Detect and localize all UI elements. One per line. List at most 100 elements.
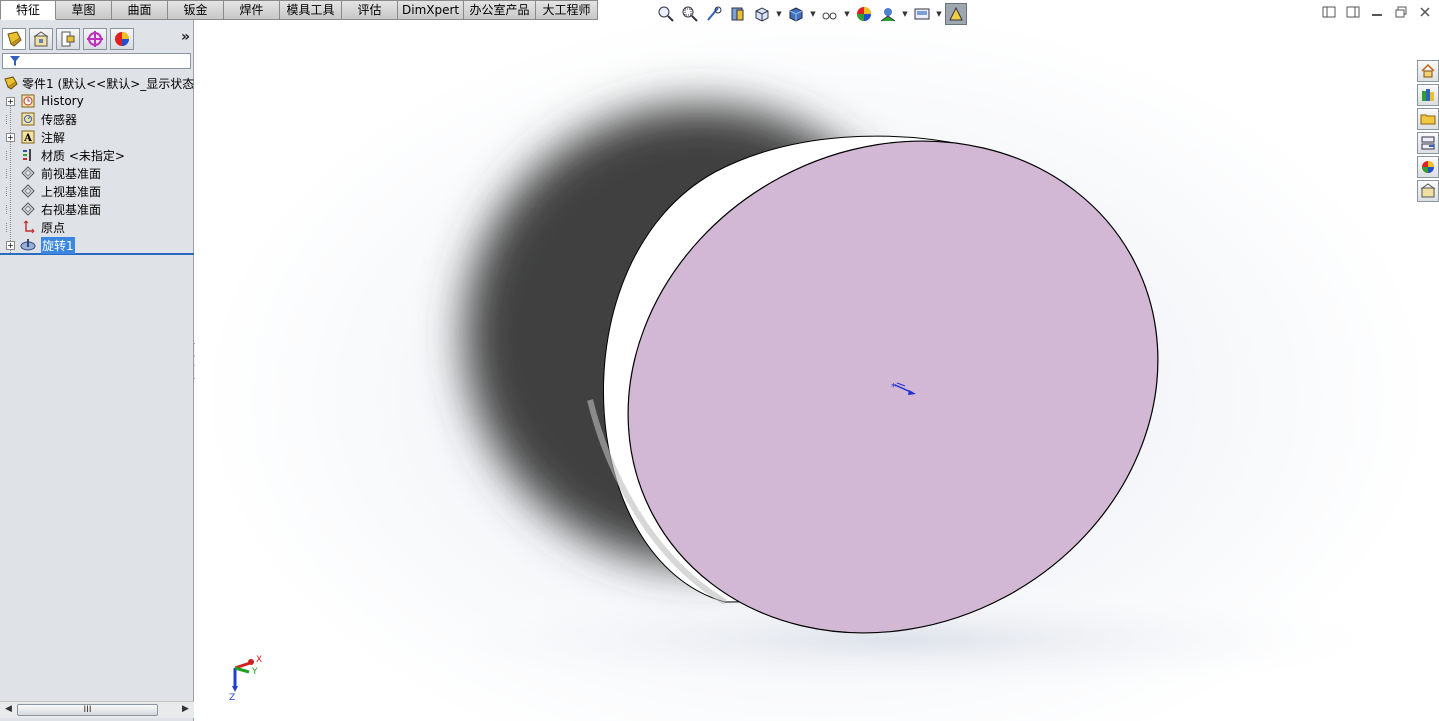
- configuration-icon: [61, 31, 75, 47]
- display-manager-tab[interactable]: [110, 28, 134, 50]
- appearances-icon: [1422, 161, 1434, 173]
- tree-item-label: 传感器: [41, 112, 78, 127]
- tree-item-sensors[interactable]: 传感器: [6, 110, 77, 128]
- edit-appearance-button[interactable]: [853, 3, 875, 25]
- view-orientation-dropdown[interactable]: ▼: [775, 10, 783, 18]
- tree-item-label: 注解: [41, 130, 66, 145]
- tree-root-part[interactable]: 零件1 (默认<<默认>_显示状态: [3, 75, 194, 91]
- custom-properties-icon: [1420, 183, 1436, 198]
- tab-office-products[interactable]: 办公室产品: [464, 0, 536, 20]
- plane-icon: [21, 184, 35, 198]
- configuration-manager-tab[interactable]: [56, 28, 80, 50]
- tree-item-annotations[interactable]: + A 注解: [6, 128, 65, 146]
- appearance-icon: [857, 7, 871, 21]
- tree-item-right-plane[interactable]: 右视基准面: [6, 200, 101, 218]
- view-orientation-button[interactable]: [751, 3, 773, 25]
- view-settings-dropdown[interactable]: ▼: [935, 10, 943, 18]
- tile-vertical-button[interactable]: [1321, 5, 1337, 19]
- tree-item-top-plane[interactable]: 上视基准面: [6, 182, 101, 200]
- tree-item-label: 右视基准面: [41, 202, 102, 217]
- task-pane-design-library-tab[interactable]: [1417, 84, 1439, 106]
- view-settings-icon: [914, 8, 930, 20]
- zoom-to-fit-button[interactable]: [655, 3, 677, 25]
- task-pane-view-palette-tab[interactable]: [1417, 132, 1439, 154]
- close-button[interactable]: [1417, 5, 1433, 19]
- zoom-area-button[interactable]: [679, 3, 701, 25]
- property-manager-tab[interactable]: [29, 28, 53, 50]
- minimize-icon: [1372, 14, 1382, 16]
- triad-y-label: Y: [251, 667, 258, 677]
- task-pane-appearances-tab[interactable]: [1417, 156, 1439, 178]
- expand-toggle[interactable]: +: [6, 240, 15, 250]
- apply-scene-dropdown[interactable]: ▼: [901, 10, 909, 18]
- feature-manager-tab[interactable]: [2, 28, 26, 50]
- horizontal-scrollbar[interactable]: ◀ III ▶: [0, 701, 194, 718]
- display-pie-icon: [115, 32, 129, 46]
- tile-horizontal-button[interactable]: [1345, 5, 1361, 19]
- zoom-fit-icon: [658, 6, 674, 22]
- tree-filter-input[interactable]: [2, 53, 191, 69]
- task-pane-file-explorer-tab[interactable]: [1417, 108, 1439, 130]
- tree-item-history[interactable]: + History: [6, 92, 84, 110]
- scroll-thumb[interactable]: III: [17, 704, 158, 716]
- folder-icon: [1420, 114, 1436, 125]
- expand-toggle[interactable]: +: [6, 96, 15, 106]
- dimxpert-manager-tab[interactable]: [83, 28, 107, 50]
- hide-show-items-button[interactable]: [819, 3, 841, 25]
- tab-dimxpert[interactable]: DimXpert: [398, 0, 464, 20]
- expand-toggle[interactable]: +: [6, 132, 15, 142]
- display-style-button[interactable]: [785, 3, 807, 25]
- section-view-icon: [731, 7, 744, 21]
- view-settings-button[interactable]: [911, 3, 933, 25]
- section-view-button[interactable]: [727, 3, 749, 25]
- expand-button[interactable]: »: [181, 29, 190, 45]
- triad-z-label: Z: [229, 693, 235, 703]
- tab-surface[interactable]: 曲面: [112, 0, 168, 20]
- view-orientation-icon: [755, 7, 769, 22]
- tab-features[interactable]: 特征: [0, 0, 56, 20]
- tree-item-front-plane[interactable]: 前视基准面: [6, 164, 101, 182]
- home-icon: [1421, 63, 1435, 78]
- scroll-right-icon[interactable]: ▶: [182, 704, 189, 714]
- previous-view-icon: [707, 6, 722, 21]
- tab-evaluate[interactable]: 评估: [342, 0, 398, 20]
- minimize-button[interactable]: [1369, 5, 1385, 19]
- realview-button[interactable]: [945, 3, 967, 25]
- tree-item-origin[interactable]: 原点: [6, 218, 65, 236]
- tab-mold-tools[interactable]: 模具工具: [280, 0, 342, 20]
- task-pane-resources-tab[interactable]: [1417, 60, 1439, 82]
- hide-show-icon: [822, 12, 837, 20]
- revolve-icon: [20, 239, 36, 251]
- material-icon: [23, 149, 31, 161]
- task-pane-custom-properties-tab[interactable]: [1417, 180, 1439, 202]
- tree-item-label: 旋转1: [41, 236, 75, 254]
- svg-text:*: *: [891, 382, 896, 393]
- scroll-left-icon[interactable]: ◀: [5, 704, 12, 714]
- tree-item-label: 上视基准面: [41, 184, 102, 199]
- tab-big-engineer[interactable]: 大工程师: [536, 0, 598, 20]
- previous-view-button[interactable]: [703, 3, 725, 25]
- filter-icon: [10, 56, 20, 66]
- apply-scene-button[interactable]: [877, 3, 899, 25]
- hide-show-dropdown[interactable]: ▼: [843, 10, 851, 18]
- svg-text:A: A: [23, 133, 32, 144]
- graphics-area[interactable]: * ▼ ▼ ▼ ▼ ▼ X Y Z: [195, 0, 1439, 721]
- crosshair-icon: [87, 31, 103, 47]
- origin-icon: [23, 220, 35, 234]
- history-icon: [21, 94, 35, 108]
- heads-up-view-toolbar: ▼ ▼ ▼ ▼ ▼: [655, 3, 967, 25]
- display-style-dropdown[interactable]: ▼: [809, 10, 817, 18]
- restore-button[interactable]: [1393, 5, 1409, 19]
- tree-item-revolve1[interactable]: + 旋转1: [6, 236, 75, 254]
- triad-x-label: X: [256, 655, 262, 665]
- plane-icon: [21, 166, 35, 180]
- tab-sheet-metal[interactable]: 钣金: [168, 0, 224, 20]
- realview-icon: [949, 6, 963, 21]
- view-palette-icon: [1421, 136, 1435, 150]
- tab-weldments[interactable]: 焊件: [224, 0, 280, 20]
- tree-item-material[interactable]: 材质 <未指定>: [6, 146, 125, 164]
- tab-sketch[interactable]: 草图: [56, 0, 112, 20]
- tile-icon: [1322, 6, 1336, 18]
- tree-item-label: 材质 <未指定>: [41, 148, 125, 163]
- feature-tree: 零件1 (默认<<默认>_显示状态 + History 传感器 + A 注解 材…: [0, 73, 194, 255]
